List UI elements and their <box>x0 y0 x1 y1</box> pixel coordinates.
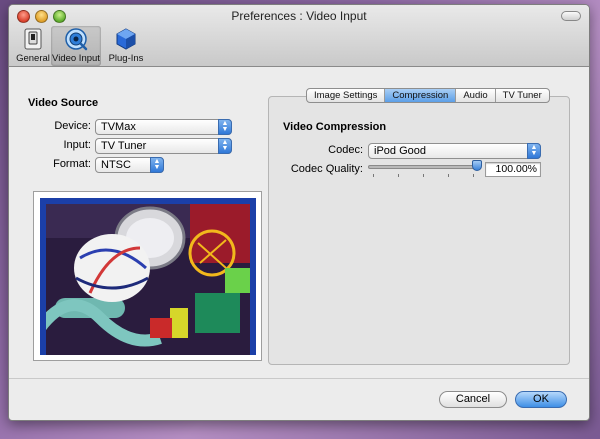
ok-button[interactable]: OK <box>515 391 567 408</box>
codec-quality-label: Codec Quality: <box>290 163 363 175</box>
quicktime-camera-icon <box>65 28 88 51</box>
preferences-window: Preferences : Video Input General Video <box>8 4 590 421</box>
blue-cube-icon <box>116 28 136 50</box>
device-popup-value: TVMax <box>101 121 136 133</box>
slider-tick <box>373 174 374 177</box>
toolbar-item-general[interactable]: General <box>15 26 51 66</box>
slider-tick <box>473 174 474 177</box>
tab-compression[interactable]: Compression <box>385 89 457 102</box>
device-label: Device: <box>54 120 91 132</box>
toolbar-item-label: Video Input <box>52 53 100 64</box>
codec-quality-field[interactable]: 100.00% <box>485 162 541 177</box>
codec-quality-slider-knob[interactable] <box>472 160 482 171</box>
format-popup[interactable]: NTSC ▲ ▼ <box>95 157 164 173</box>
bottom-divider <box>9 378 589 379</box>
title-bar: Preferences : Video Input General Video <box>9 5 589 67</box>
popup-arrows-icon: ▲ ▼ <box>150 157 164 173</box>
slider-tick <box>448 174 449 177</box>
cancel-button[interactable]: Cancel <box>439 391 507 408</box>
video-preview-image <box>40 198 256 355</box>
codec-popup[interactable]: iPod Good ▲ ▼ <box>368 143 541 159</box>
toolbar-item-plug-ins[interactable]: Plug-Ins <box>101 26 151 66</box>
preferences-toolbar: General Video Input Plug-Ins <box>15 26 151 66</box>
input-label: Input: <box>63 139 91 151</box>
tab-audio[interactable]: Audio <box>456 89 496 102</box>
video-compression-heading: Video Compression <box>283 121 387 133</box>
toolbar-toggle-button[interactable] <box>561 11 581 21</box>
format-label: Format: <box>53 158 91 170</box>
settings-group-box <box>268 96 570 365</box>
video-preview-frame <box>33 191 262 361</box>
device-popup[interactable]: TVMax ▲ ▼ <box>95 119 232 135</box>
video-source-heading: Video Source <box>28 97 99 109</box>
slider-tick <box>398 174 399 177</box>
toolbar-item-label: General <box>16 53 50 64</box>
window-title: Preferences : Video Input <box>231 9 367 23</box>
popup-arrows-icon: ▲ ▼ <box>218 138 232 154</box>
input-popup[interactable]: TV Tuner ▲ ▼ <box>95 138 232 154</box>
toolbar-item-video-input[interactable]: Video Input <box>51 26 101 66</box>
popup-arrows-icon: ▲ ▼ <box>527 143 541 159</box>
codec-label: Codec: <box>328 144 363 156</box>
format-popup-value: NTSC <box>101 159 131 171</box>
preferences-content: Video Source Device: TVMax ▲ ▼ Input: TV … <box>9 68 589 420</box>
general-switch-icon <box>24 28 42 50</box>
settings-tabs: Image Settings Compression Audio TV Tune… <box>306 88 550 103</box>
popup-arrows-icon: ▲ ▼ <box>218 119 232 135</box>
tab-tv-tuner[interactable]: TV Tuner <box>496 89 549 102</box>
toolbar-item-label: Plug-Ins <box>108 53 144 64</box>
input-popup-value: TV Tuner <box>101 140 147 152</box>
video-preview <box>40 198 256 355</box>
tab-image-settings[interactable]: Image Settings <box>307 89 386 102</box>
codec-quality-slider[interactable] <box>368 165 477 169</box>
codec-popup-value: iPod Good <box>374 145 426 157</box>
slider-tick <box>423 174 424 177</box>
